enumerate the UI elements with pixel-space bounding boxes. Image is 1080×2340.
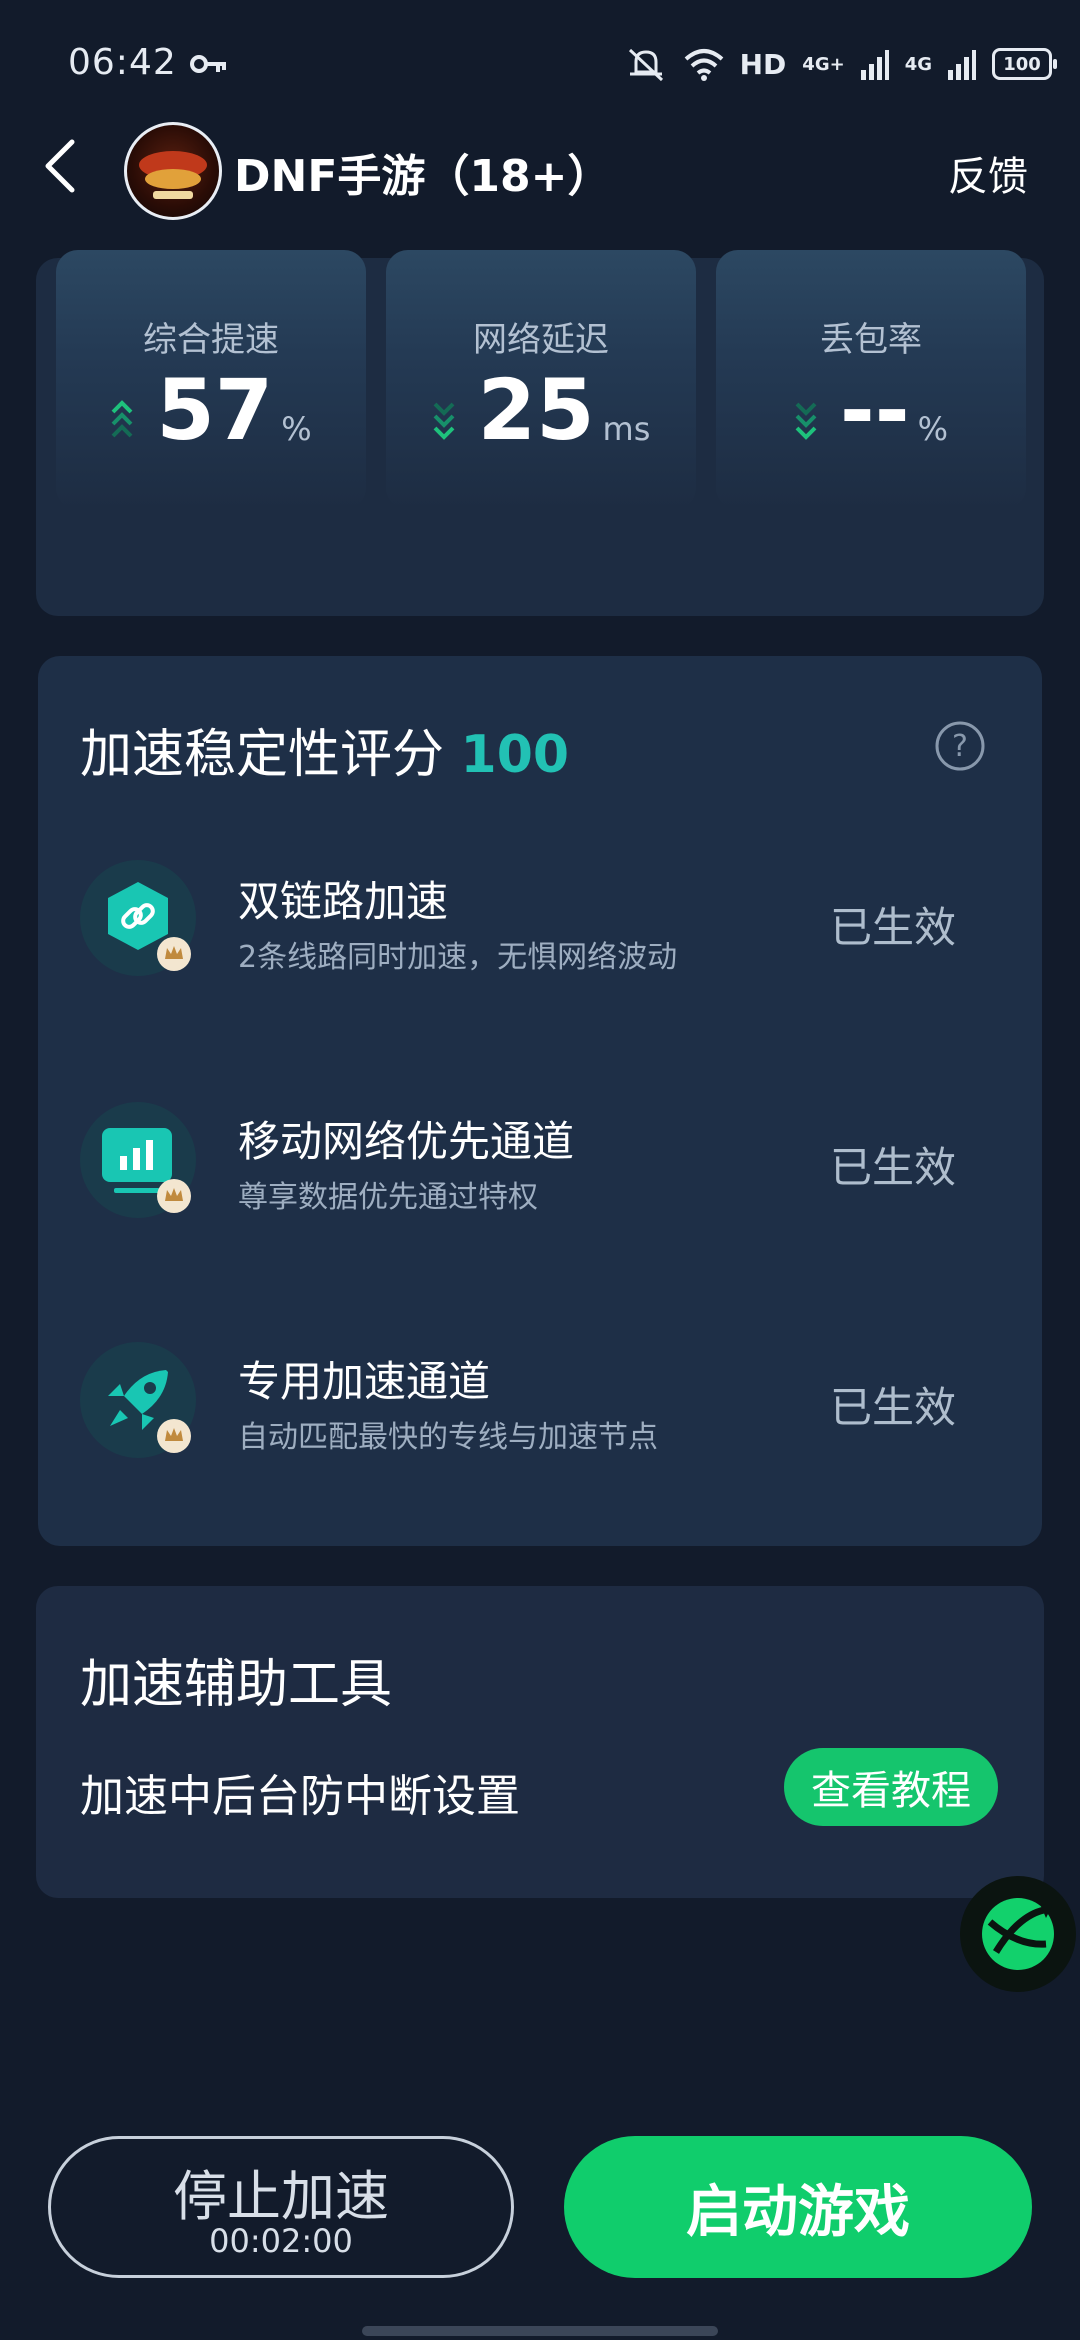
back-arrow-icon[interactable] (38, 136, 88, 196)
stat-label-latency: 网络延迟 (473, 320, 609, 360)
feedback-button[interactable]: 反馈 (948, 144, 1028, 202)
wifi-icon (684, 49, 723, 81)
stat-number-latency: 25 (477, 361, 595, 459)
svg-text:?: ? (952, 729, 968, 764)
home-indicator[interactable] (362, 2326, 718, 2336)
hd-indicator: HD (739, 47, 787, 81)
battery-level: 100 (1003, 53, 1041, 75)
stat-unit-latency: ms (602, 410, 651, 448)
trend-down-icon (433, 402, 455, 440)
signal-icon-1 (860, 50, 889, 80)
network-4g-label: 4G (904, 53, 932, 75)
tools-item-label: 加速中后台防中断设置 (80, 1771, 520, 1822)
stat-value-latency: 25 ms (386, 368, 696, 452)
accelerator-logo-icon (982, 1898, 1054, 1970)
stat-number-packet-loss: -- (839, 361, 910, 459)
feature-icon-wrap (80, 1102, 196, 1218)
mute-bell-icon (628, 48, 663, 82)
help-icon[interactable]: ? (934, 720, 986, 772)
network-4g-plus-label: 4G+ (802, 53, 845, 75)
stat-unit-speedup: % (281, 410, 312, 448)
acceleration-timer: 00:02:00 (209, 2222, 353, 2260)
stat-value-packet-loss: -- % (716, 368, 1026, 452)
signal-chart-icon (102, 1128, 191, 1213)
rocket-icon (108, 1370, 191, 1453)
feature-status-dual-link: 已生效 (830, 903, 957, 952)
feature-desc-dual-link: 2条线路同时加速，无惧网络波动 (238, 940, 678, 975)
feature-title-dedicated-channel: 专用加速通道 (238, 1357, 491, 1406)
feature-status-dedicated-channel: 已生效 (830, 1383, 957, 1432)
stability-title-row: 加速稳定性评分 100 (80, 712, 569, 787)
game-logo (124, 122, 222, 220)
tools-title: 加速辅助工具 (80, 1655, 393, 1715)
status-time: 06:42 (68, 42, 177, 83)
game-title: DNF手游（18+） (234, 151, 612, 202)
trend-up-icon (111, 400, 133, 438)
feature-icon-wrap (80, 860, 196, 976)
feature-title-mobile-priority: 移动网络优先通道 (238, 1117, 575, 1166)
floating-assistant-button[interactable] (960, 1876, 1076, 1992)
key-icon (190, 55, 226, 73)
status-icons: HD 4G+ 4G 100 (624, 44, 1057, 84)
stability-title: 加速稳定性评分 (80, 725, 445, 785)
tools-card (36, 1586, 1044, 1898)
view-tutorial-button[interactable]: 查看教程 (784, 1748, 998, 1826)
stat-unit-packet-loss: % (917, 410, 949, 448)
signal-icon-2 (948, 50, 976, 80)
battery-icon: 100 (992, 48, 1057, 80)
stat-number-speedup: 57 (156, 361, 274, 459)
feature-desc-dedicated-channel: 自动匹配最快的专线与加速节点 (238, 1420, 658, 1455)
stability-score: 100 (460, 725, 570, 785)
launch-game-button[interactable]: 启动游戏 (564, 2136, 1032, 2278)
stat-label-packet-loss: 丢包率 (820, 320, 922, 360)
stat-value-speedup: 57 % (56, 368, 366, 452)
stop-acceleration-label: 停止加速 (173, 2165, 389, 2228)
link-icon (108, 882, 191, 971)
game-logo-art (139, 151, 207, 199)
feature-status-mobile-priority: 已生效 (830, 1143, 957, 1192)
trend-down-icon (795, 402, 817, 440)
stat-label-speedup: 综合提速 (143, 320, 279, 360)
feature-title-dual-link: 双链路加速 (238, 877, 449, 926)
feature-icon-wrap (80, 1342, 196, 1458)
feature-desc-mobile-priority: 尊享数据优先通过特权 (238, 1180, 538, 1215)
